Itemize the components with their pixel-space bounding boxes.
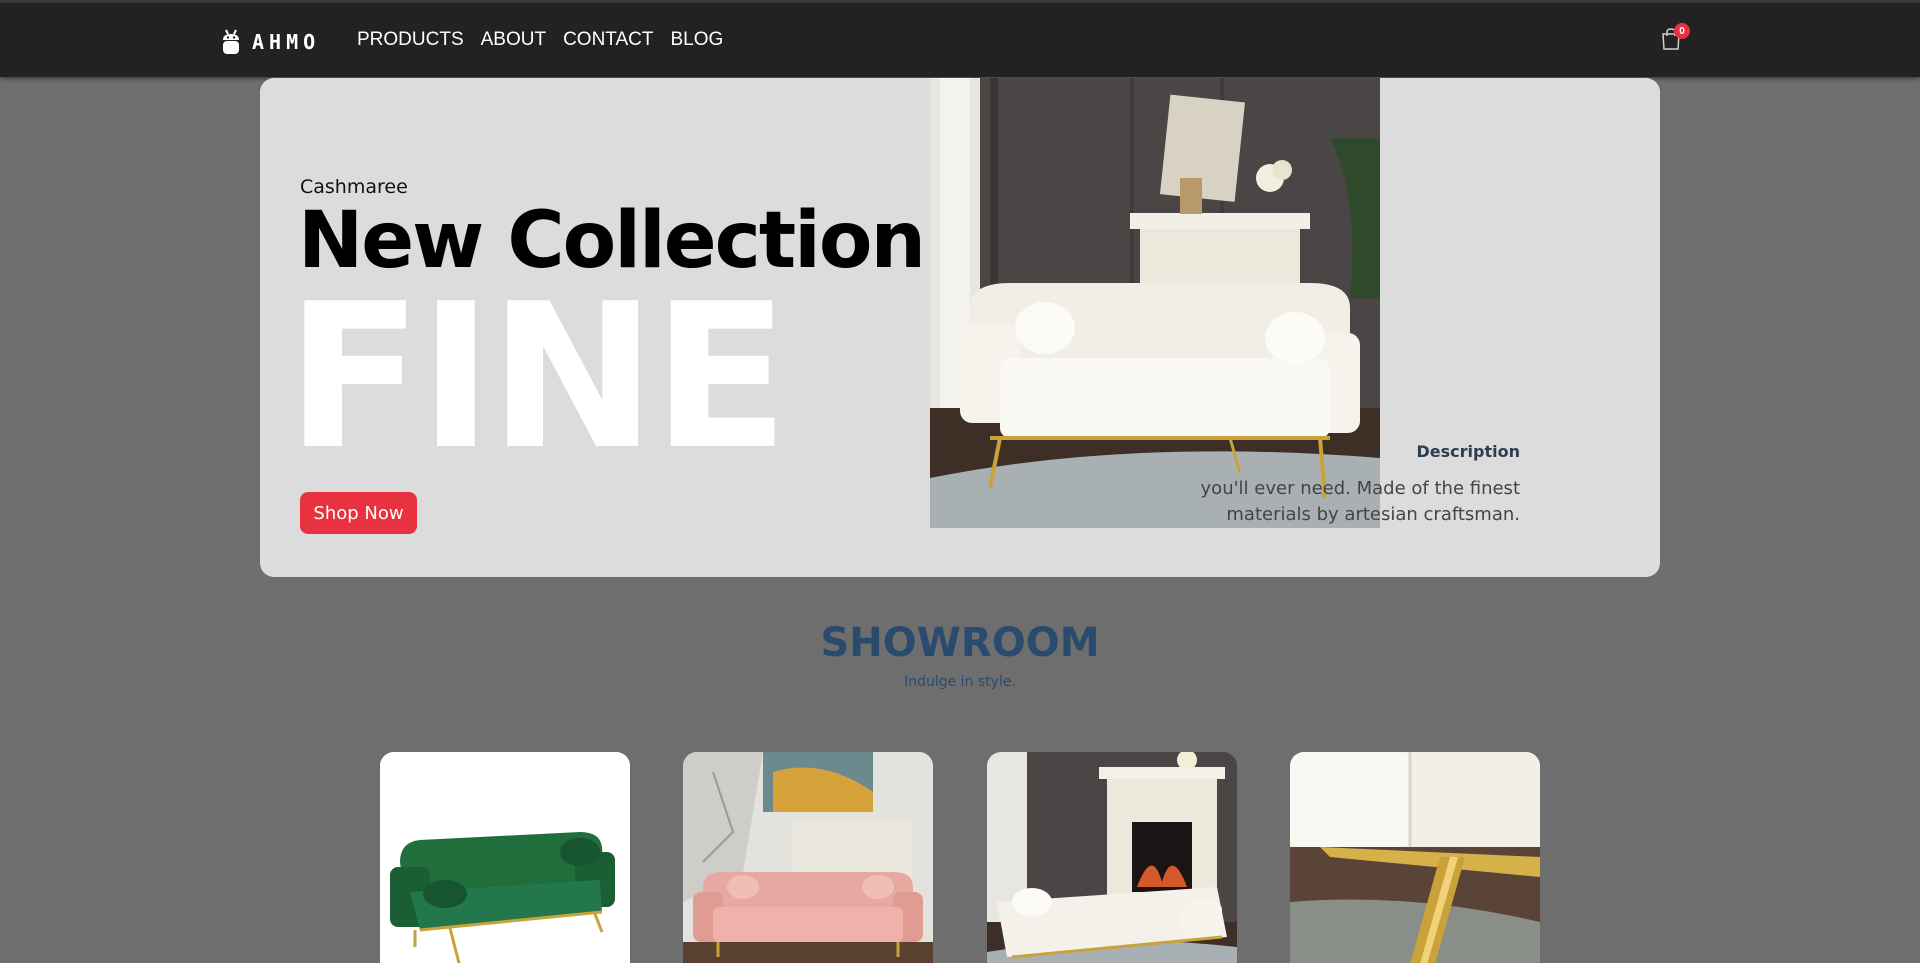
product-card-pink-sofa[interactable]	[683, 752, 933, 963]
cart-button[interactable]: 0	[1661, 23, 1690, 54]
showroom-subtitle: Indulge in style.	[904, 674, 1016, 690]
hero-big-word: FINE	[286, 261, 789, 494]
product-card-white-sofa-fireplace[interactable]	[987, 752, 1237, 963]
hero-banner: Cashmaree New Collection FINE Shop Now D…	[260, 78, 1660, 577]
sofa-leg-closeup-image	[1290, 752, 1540, 963]
green-sofa-image	[380, 752, 630, 963]
shop-now-button[interactable]: Shop Now	[300, 492, 417, 534]
cart-count-badge: 0	[1674, 23, 1690, 39]
hero-brand-label: Cashmaree	[300, 176, 408, 198]
brand[interactable]: AHMO	[220, 27, 320, 57]
nav-link-blog[interactable]: BLOG	[671, 29, 724, 51]
pink-sofa-image	[683, 752, 933, 963]
white-sofa-image	[930, 78, 1380, 528]
product-card-sofa-closeup[interactable]	[1290, 752, 1540, 963]
nav-link-about[interactable]: ABOUT	[481, 29, 546, 51]
description-title: Description	[1416, 442, 1520, 461]
nav-links: PRODUCTS ABOUT CONTACT BLOG	[357, 29, 740, 51]
showroom-title: SHOWROOM	[820, 620, 1100, 666]
product-card-green-sofa[interactable]	[380, 752, 630, 963]
description-text: you'll ever need. Made of the finest mat…	[1200, 478, 1520, 525]
nav-link-products[interactable]: PRODUCTS	[357, 29, 464, 51]
navbar: AHMO PRODUCTS ABOUT CONTACT BLOG 0	[0, 3, 1920, 77]
white-sofa-fireplace-image	[987, 752, 1237, 963]
robot-logo-icon	[223, 29, 239, 54]
brand-name: AHMO	[252, 30, 321, 54]
hero-sofa-image	[930, 78, 1380, 528]
nav-link-contact[interactable]: CONTACT	[563, 29, 653, 51]
